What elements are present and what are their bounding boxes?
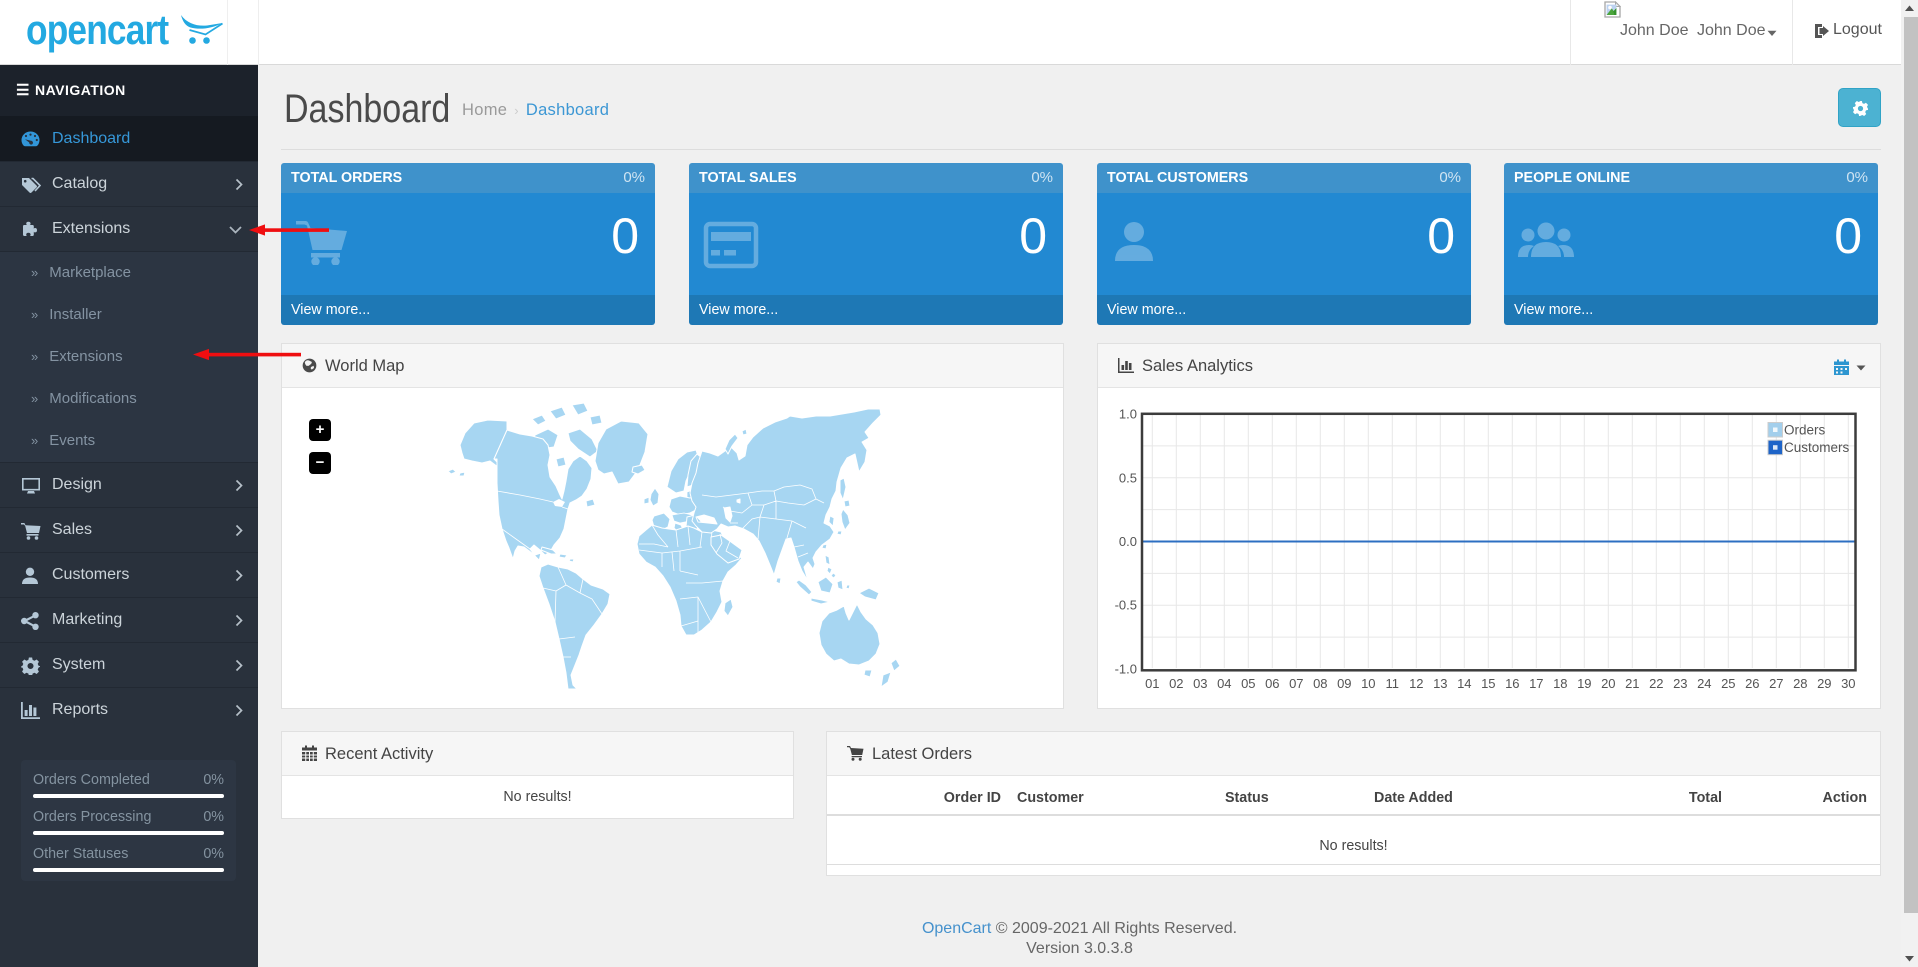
svg-text:30: 30 — [1841, 676, 1855, 691]
svg-text:21: 21 — [1625, 676, 1639, 691]
svg-text:12: 12 — [1409, 676, 1423, 691]
svg-text:06: 06 — [1265, 676, 1279, 691]
svg-text:17: 17 — [1529, 676, 1543, 691]
svg-text:01: 01 — [1145, 676, 1159, 691]
svg-text:18: 18 — [1553, 676, 1567, 691]
svg-text:25: 25 — [1721, 676, 1735, 691]
svg-text:09: 09 — [1337, 676, 1351, 691]
svg-text:14: 14 — [1457, 676, 1471, 691]
svg-text:Orders: Orders — [1784, 423, 1826, 438]
svg-text:02: 02 — [1169, 676, 1183, 691]
svg-text:23: 23 — [1673, 676, 1687, 691]
svg-text:28: 28 — [1793, 676, 1807, 691]
svg-text:10: 10 — [1361, 676, 1375, 691]
svg-text:27: 27 — [1769, 676, 1783, 691]
svg-text:03: 03 — [1193, 676, 1207, 691]
svg-text:04: 04 — [1217, 676, 1231, 691]
svg-text:08: 08 — [1313, 676, 1327, 691]
svg-text:29: 29 — [1817, 676, 1831, 691]
svg-text:-1.0: -1.0 — [1115, 662, 1137, 677]
svg-text:Customers: Customers — [1784, 440, 1850, 455]
svg-text:20: 20 — [1601, 676, 1615, 691]
svg-text:13: 13 — [1433, 676, 1447, 691]
svg-text:-0.5: -0.5 — [1115, 598, 1137, 613]
svg-text:0.0: 0.0 — [1119, 534, 1137, 549]
svg-text:16: 16 — [1505, 676, 1519, 691]
svg-text:26: 26 — [1745, 676, 1759, 691]
svg-text:22: 22 — [1649, 676, 1663, 691]
svg-text:07: 07 — [1289, 676, 1303, 691]
svg-text:1.0: 1.0 — [1119, 407, 1137, 422]
svg-text:0.5: 0.5 — [1119, 470, 1137, 485]
svg-text:19: 19 — [1577, 676, 1591, 691]
svg-text:11: 11 — [1386, 676, 1400, 691]
svg-text:15: 15 — [1481, 676, 1495, 691]
svg-text:05: 05 — [1241, 676, 1255, 691]
svg-text:24: 24 — [1697, 676, 1711, 691]
